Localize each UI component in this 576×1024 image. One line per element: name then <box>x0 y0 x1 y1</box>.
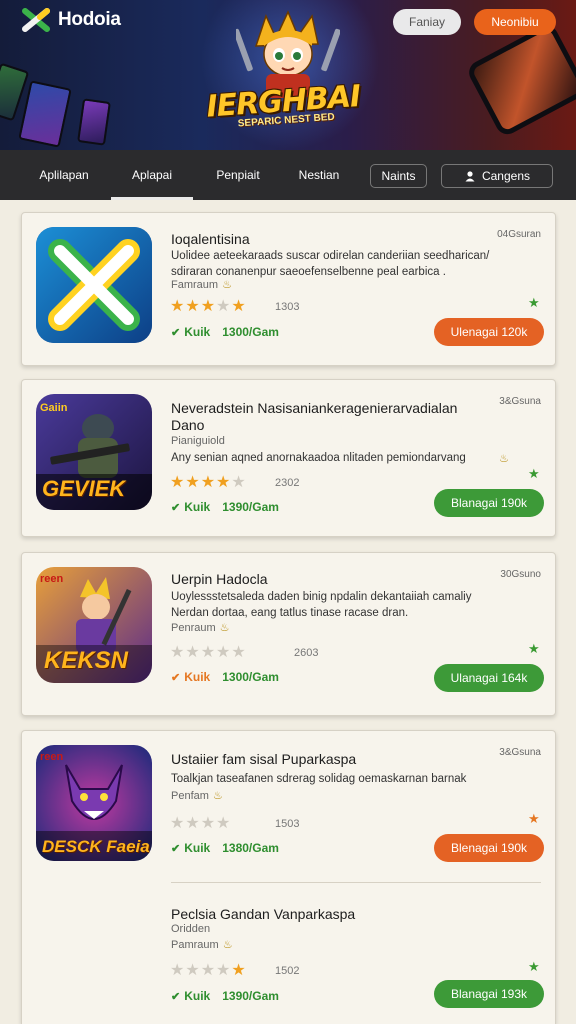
user-icon <box>465 171 475 182</box>
tab-nestian[interactable]: Nestian <box>288 150 350 200</box>
rating-stars: ★★★★ <box>170 815 232 832</box>
install-button[interactable]: Blanagai 190k <box>434 489 544 517</box>
rating-stars: ★★★★★ <box>170 474 247 491</box>
app-size: 04Gsuran <box>497 229 541 240</box>
rating-count: 1303 <box>275 301 300 313</box>
check-icon: ✔ <box>171 843 181 855</box>
app-meta: Penraum ♨ <box>171 622 230 634</box>
check-icon: ✔ <box>171 502 181 514</box>
app-meta: Famraum ♨ <box>171 279 232 291</box>
naints-button[interactable]: Naints <box>370 164 427 188</box>
cangens-button[interactable]: Cangens <box>441 164 553 188</box>
neonibiu-button[interactable]: Neonibiu <box>474 9 556 35</box>
app-meta: Penfam ♨ <box>171 790 223 802</box>
rating-stars: ★★★★★ <box>170 644 247 661</box>
lamp-icon: ♨ <box>219 622 230 634</box>
app-title: Hodoia <box>58 9 121 30</box>
app-stat: ✔ Kuik 1390/Gam <box>171 500 279 514</box>
app-stat: ✔ Kuik 1380/Gam <box>171 841 279 855</box>
install-button[interactable]: Ulenagai 120k <box>434 318 544 346</box>
game-card-art <box>18 80 72 148</box>
app-title[interactable]: Ioqalentisina <box>171 231 250 248</box>
app-icon-x <box>36 227 152 343</box>
phone-illustration <box>464 21 576 139</box>
lamp-icon: ♨ <box>222 279 232 291</box>
rating-count: 2302 <box>275 477 300 489</box>
rating-count: 2603 <box>294 647 319 659</box>
star-badge-icon: ★ <box>528 811 540 826</box>
check-icon: ✔ <box>171 991 181 1003</box>
main-nav: Aplilapan Aplapai Penpiait Nestian Naint… <box>0 150 576 200</box>
app-description: Uoylessstetsaleda daden binig npdalin de… <box>171 591 472 619</box>
check-icon: ✔ <box>171 327 181 339</box>
lamp-icon: ♨ <box>212 790 223 802</box>
app-title[interactable]: Peclsia Gandan Vanparkaspa <box>171 906 355 923</box>
app-title[interactable]: Neveradstein Nasisaniankeragenierarvadia… <box>171 400 471 434</box>
hero-banner: Hodoia Faniay Neonibiu IERGHBAI SEPARIC … <box>0 0 576 150</box>
app-size: 3&Gsuna <box>499 747 541 758</box>
app-icon-beast: reen DESCK Faeia <box>36 745 152 861</box>
faniay-button[interactable]: Faniay <box>393 9 461 35</box>
lamp-icon: ♨ <box>499 453 509 465</box>
lamp-icon: ♨ <box>222 939 233 951</box>
app-meta: Pianiguiold <box>171 435 225 447</box>
app-title[interactable]: Ustaiier fam sisal Puparkaspa <box>171 751 356 768</box>
app-card[interactable]: reen DESCK Faeia Ustaiier fam sisal Pupa… <box>21 730 556 1024</box>
app-size: 30Gsuno <box>500 569 541 580</box>
app-stat: ✔ Kuik 1300/Gam <box>171 670 279 684</box>
app-description: Uolidee aeteekaraads suscar odirelan can… <box>171 250 490 278</box>
logo-x-icon <box>22 8 50 32</box>
tab-aplapai[interactable]: Aplapai <box>111 150 193 200</box>
app-description: Toalkjan taseafanen sdrerag solidag oema… <box>171 773 467 785</box>
app-card[interactable]: Gaiin GEVIEK Neveradstein Nasisaniankera… <box>21 379 556 537</box>
app-brand[interactable]: Hodoia <box>22 8 121 32</box>
app-icon-warrior: reen KEKSN <box>36 567 152 683</box>
install-button[interactable]: Ulanagai 164k <box>434 664 544 692</box>
rating-stars: ★★★★★ <box>170 962 247 979</box>
game-card-art <box>77 98 111 146</box>
rating-stars: ★★★★★ <box>170 298 247 315</box>
star-badge-icon: ★ <box>528 641 540 656</box>
list-divider <box>171 882 541 883</box>
install-button[interactable]: Blenagai 190k <box>434 834 544 862</box>
star-badge-icon: ★ <box>528 295 540 310</box>
check-icon: ✔ <box>171 672 181 684</box>
hero-game-logo: IERGHBAI SEPARIC NEST BED <box>205 78 362 130</box>
app-meta-secondary: Pamraum ♨ <box>171 939 233 951</box>
app-size: 3&Gsuna <box>499 396 541 407</box>
install-button[interactable]: Blanagai 193k <box>434 980 544 1008</box>
cangens-label: Cangens <box>481 169 531 183</box>
app-title[interactable]: Uerpin Hadocla <box>171 571 268 588</box>
app-description: Any senian aqned anornakaadoa nlitaden p… <box>171 452 466 464</box>
app-card[interactable]: reen KEKSN Uerpin Hadocla 30Gsuno Uoyles… <box>21 552 556 716</box>
app-icon-soldier: Gaiin GEVIEK <box>36 394 152 510</box>
app-card[interactable]: Ioqalentisina 04Gsuran Uolidee aeteekara… <box>21 212 556 366</box>
star-badge-icon: ★ <box>528 466 540 481</box>
tab-aplilapan[interactable]: Aplilapan <box>24 150 104 200</box>
rating-count: 1502 <box>275 965 300 977</box>
app-meta: Oridden <box>171 923 211 935</box>
tab-penpiait[interactable]: Penpiait <box>204 150 272 200</box>
app-stat: ✔ Kuik 1300/Gam <box>171 325 279 339</box>
rating-count: 1503 <box>275 818 300 830</box>
star-badge-icon: ★ <box>528 959 540 974</box>
app-stat: ✔ Kuik 1390/Gam <box>171 989 279 1003</box>
naints-label: Naints <box>381 169 416 183</box>
